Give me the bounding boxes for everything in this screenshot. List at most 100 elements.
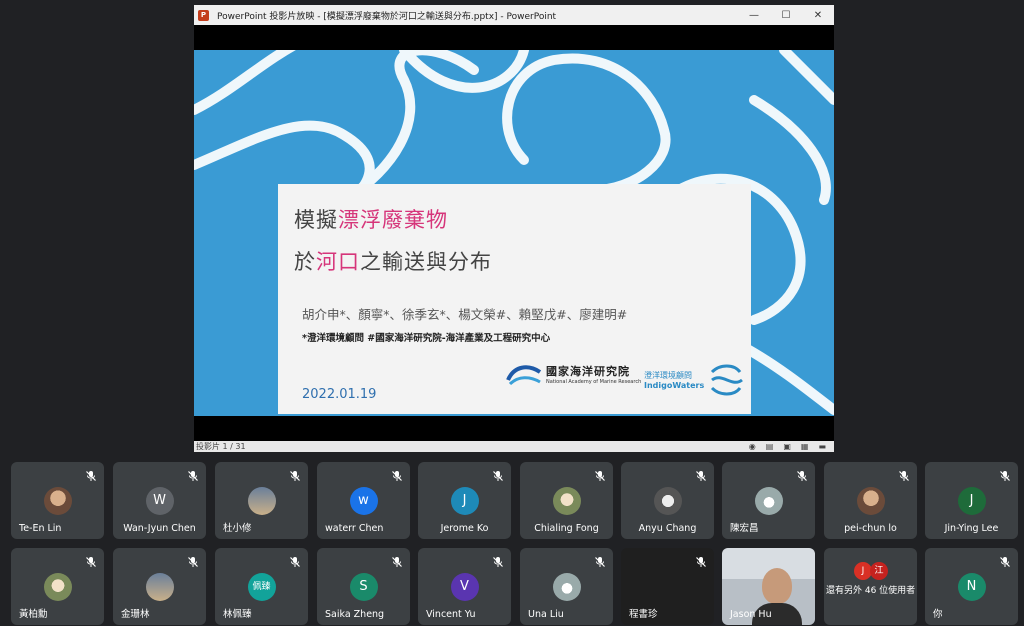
participant-name: 你: [933, 609, 943, 620]
participant-tile[interactable]: Anyu Chang: [621, 462, 714, 539]
narl-logo-en: National Academy of Marine Research: [546, 379, 642, 385]
participant-name: Vincent Yu: [426, 609, 476, 620]
mic-off-icon: [290, 471, 300, 481]
participant-name: Anyu Chang: [638, 523, 697, 534]
participant-name: 程書珍: [629, 609, 658, 620]
participant-tile[interactable]: 黃柏勳: [11, 548, 104, 625]
participant-name: Jin-Ying Lee: [944, 523, 999, 534]
avatar: [856, 487, 885, 515]
narl-logo: 國家海洋研究院 National Academy of Marine Resea…: [506, 362, 641, 386]
participant-tile[interactable]: Chialing Fong: [520, 462, 613, 539]
mic-off-icon: [392, 471, 402, 481]
slide-authors: 胡介申*、顏寧*、徐季玄*、楊文榮#、賴堅戊#、廖建明#: [302, 307, 628, 322]
slide[interactable]: 模擬漂浮廢棄物 於河口之輸送與分布 胡介申*、顏寧*、徐季玄*、楊文榮#、賴堅戊…: [194, 50, 834, 416]
ppt-status-bar: 投影片 1 / 31 ◉ ▤ ▣ ▦ ▬: [194, 441, 834, 452]
participant-tile[interactable]: 金珊林: [113, 548, 206, 625]
mic-off-icon: [188, 557, 198, 567]
mic-off-icon: [899, 471, 909, 481]
mic-off-icon: [696, 471, 706, 481]
participant-name: pei-chun lo: [844, 523, 897, 534]
powerpoint-window: P PowerPoint 投影片放映 - [模擬漂浮廢棄物於河口之輸送與分布.p…: [194, 5, 834, 452]
mic-off-icon: [797, 471, 807, 481]
mic-off-icon: [1000, 557, 1010, 567]
close-button[interactable]: ✕: [802, 5, 834, 25]
self-tile[interactable]: N你: [925, 548, 1018, 625]
participant-name: 陳宏昌: [730, 523, 759, 534]
mic-off-icon: [290, 557, 300, 567]
participant-tile[interactable]: V Vincent Yu: [418, 548, 511, 625]
avatar: 江: [870, 562, 888, 580]
slide-title-card: 模擬漂浮廢棄物 於河口之輸送與分布 胡介申*、顏寧*、徐季玄*、楊文榮#、賴堅戊…: [278, 184, 751, 414]
avatar: [43, 573, 72, 601]
more-participants-avatars: J江: [854, 562, 888, 580]
normal-view-icon[interactable]: ▣: [783, 442, 791, 451]
avatar: S: [349, 573, 378, 601]
avatar: w: [349, 487, 378, 515]
avatar: V: [450, 573, 479, 601]
wave-logo-icon: [711, 364, 744, 396]
mic-off-icon: [392, 557, 402, 567]
participant-name: Saika Zheng: [325, 609, 385, 620]
indigowaters-logo: 澄洋環境顧問 IndigoWaters: [644, 362, 746, 398]
more-participants-label: 還有另外 46 位使用者: [826, 586, 916, 596]
mic-off-icon: [696, 557, 706, 567]
avatar: N: [957, 573, 986, 601]
participant-name: 林佩臻: [223, 609, 252, 620]
participant-tile[interactable]: S Saika Zheng: [317, 548, 410, 625]
mic-off-icon: [493, 557, 503, 567]
slideshow-nav-icon[interactable]: ◉: [749, 442, 756, 451]
participant-tile[interactable]: 程書珍: [621, 548, 714, 625]
participant-tile[interactable]: pei-chun lo: [824, 462, 917, 539]
avatar: [552, 487, 581, 515]
participant-tile[interactable]: 杜小修: [215, 462, 308, 539]
avatar: [653, 487, 682, 515]
participant-tile[interactable]: W Wan-Jyun Chen: [113, 462, 206, 539]
participant-tile[interactable]: Te-En Lin: [11, 462, 104, 539]
mic-off-icon: [86, 557, 96, 567]
powerpoint-app-icon: P: [198, 9, 209, 21]
participant-name: Te-En Lin: [19, 523, 62, 534]
avatar: J: [450, 487, 479, 515]
slide-date: 2022.01.19: [302, 387, 377, 402]
participant-tile[interactable]: 陳宏昌: [722, 462, 815, 539]
participant-tile[interactable]: J Jerome Ko: [418, 462, 511, 539]
notes-icon[interactable]: ▤: [766, 442, 774, 451]
narl-logo-cn: 國家海洋研究院: [546, 365, 630, 378]
avatar: J: [957, 487, 986, 515]
slide-affiliations: *澄洋環境顧問 #國家海洋研究院-海洋產業及工程研究中心: [302, 333, 551, 344]
avatar: W: [145, 487, 174, 515]
slide-counter: 投影片 1 / 31: [196, 442, 246, 451]
reading-view-icon[interactable]: ▬: [818, 442, 826, 451]
avatar: [247, 487, 276, 515]
minimize-button[interactable]: —: [738, 5, 770, 25]
participant-name: 黃柏勳: [19, 609, 48, 620]
mic-off-icon: [493, 471, 503, 481]
slide-title-line2: 於河口之輸送與分布: [294, 250, 492, 274]
ppt-title-bar[interactable]: P PowerPoint 投影片放映 - [模擬漂浮廢棄物於河口之輸送與分布.p…: [194, 5, 834, 25]
participant-name: Jerome Ko: [440, 523, 489, 534]
participant-video-face: [762, 568, 792, 604]
mic-off-icon: [595, 557, 605, 567]
participant-name: Una Liu: [528, 609, 564, 620]
participant-tile-video[interactable]: Jason Hu: [722, 548, 815, 625]
avatar: [43, 487, 72, 515]
participant-name: waterr Chen: [325, 523, 384, 534]
slideshow-letterbox: [194, 25, 834, 50]
participant-name: 杜小修: [223, 523, 252, 534]
participant-tile[interactable]: J Jin-Ying Lee: [925, 462, 1018, 539]
narl-logo-icon: [506, 365, 542, 386]
maximize-button[interactable]: ☐: [770, 5, 802, 25]
more-participants-tile[interactable]: J 江還有另外 46 位使用者: [824, 548, 917, 625]
mic-off-icon: [188, 471, 198, 481]
ppt-window-title: PowerPoint 投影片放映 - [模擬漂浮廢棄物於河口之輸送與分布.ppt…: [217, 11, 557, 22]
avatar: [552, 573, 581, 601]
participant-tile[interactable]: 佩臻 林佩臻: [215, 548, 308, 625]
participant-name: Jason Hu: [730, 609, 772, 620]
mic-off-icon: [595, 471, 605, 481]
sorter-view-icon[interactable]: ▦: [801, 442, 809, 451]
mic-off-icon: [1000, 471, 1010, 481]
participant-name: 金珊林: [121, 609, 150, 620]
participant-tile[interactable]: w waterr Chen: [317, 462, 410, 539]
participant-name: Wan-Jyun Chen: [123, 523, 196, 534]
participant-tile[interactable]: Una Liu: [520, 548, 613, 625]
